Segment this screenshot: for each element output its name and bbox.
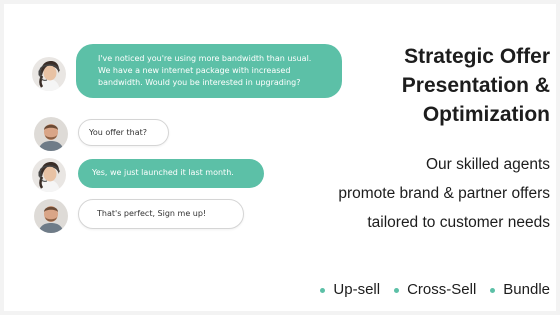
service-item: Cross-Sell — [394, 280, 476, 300]
description-line-3: tailored to customer needs — [367, 214, 550, 231]
message-bubble-3: Yes, we just launched it last month. — [78, 159, 264, 188]
description: Our skilled agents promote brand & partn… — [250, 150, 550, 237]
service-label: Up-sell — [333, 281, 381, 298]
customer-avatar-icon — [34, 199, 68, 233]
agent-avatar-icon — [32, 158, 66, 192]
message-1-line-1: I've noticed you're using more bandwidth… — [98, 54, 312, 63]
message-4-line-1: That's perfect, Sign me up! — [97, 209, 207, 218]
services-list: Up-sell Cross-Sell Bundle — [320, 280, 550, 300]
message-3-line-1: Yes, we just launched it last month. — [92, 168, 234, 177]
message-bubble-4: That's perfect, Sign me up! — [78, 199, 244, 229]
headline-line-2: Presentation & — [401, 74, 550, 97]
headline-line-3: Optimization — [422, 103, 550, 126]
message-2-line-1: You offer that? — [89, 128, 147, 137]
description-line-1: Our skilled agents — [425, 156, 550, 173]
headline: Strategic Offer Presentation & Optimizat… — [350, 42, 550, 129]
bullet-dot-icon — [320, 287, 326, 293]
message-1-line-3: bandwidth. Would you be interested in up… — [98, 78, 301, 87]
customer-avatar-icon — [34, 117, 68, 151]
message-bubble-1: I've noticed you're using more bandwidth… — [76, 44, 342, 98]
headline-line-1: Strategic Offer — [404, 45, 550, 68]
message-bubble-2: You offer that? — [78, 119, 169, 146]
agent-avatar-icon — [32, 57, 66, 91]
description-line-2: promote brand & partner offers — [338, 185, 550, 202]
offer-card: I've noticed you're using more bandwidth… — [4, 4, 556, 311]
service-label: Cross-Sell — [407, 281, 477, 298]
bullet-dot-icon — [394, 287, 400, 293]
bullet-dot-icon — [490, 287, 496, 293]
service-item: Bundle — [490, 280, 550, 300]
message-1-line-2: We have a new internet package with incr… — [98, 66, 291, 75]
service-item: Up-sell — [320, 280, 380, 300]
service-label: Bundle — [503, 281, 550, 298]
